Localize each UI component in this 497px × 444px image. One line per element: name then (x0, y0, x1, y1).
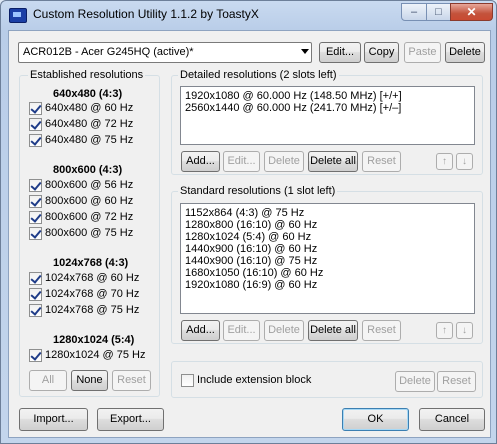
resolution-label: 640x480 @ 60 Hz (45, 102, 134, 114)
title-bar: Custom Resolution Utility 1.1.2 by Toast… (1, 1, 496, 29)
maximize-button[interactable]: □ (426, 3, 451, 21)
close-button[interactable]: ✕ (450, 3, 493, 21)
standard-edit-button[interactable]: Edit... (223, 320, 260, 341)
select-all-button[interactable]: All (29, 370, 67, 391)
select-none-button[interactable]: None (71, 370, 108, 391)
list-item[interactable]: 1680x1050 (16:10) @ 60 Hz (185, 267, 470, 279)
detailed-delete-button[interactable]: Delete (264, 151, 304, 172)
monitor-select[interactable]: ACR012B - Acer G245HQ (active)* (18, 42, 312, 63)
checkbox[interactable] (29, 272, 42, 285)
list-item[interactable]: 1920x1080 @ 60.000 Hz (148.50 MHz) [+/+] (185, 90, 470, 102)
group-heading: 1280x1024 (5:4) (53, 334, 135, 346)
list-item[interactable]: 1440x900 (16:10) @ 75 Hz (185, 255, 470, 267)
monitor-icon (9, 8, 27, 23)
minimize-button[interactable]: – (401, 3, 427, 21)
standard-add-button[interactable]: Add... (181, 320, 220, 341)
resolution-label: 1280x1024 @ 75 Hz (45, 349, 146, 361)
include-extension-label: Include extension block (197, 374, 312, 386)
standard-resolutions-title: Standard resolutions (1 slot left) (178, 185, 338, 197)
main-window: Custom Resolution Utility 1.1.2 by Toast… (0, 0, 497, 444)
resolution-label: 800x600 @ 75 Hz (45, 227, 134, 239)
resolution-label: 800x600 @ 72 Hz (45, 211, 134, 223)
detailed-resolutions-list[interactable]: 1920x1080 @ 60.000 Hz (148.50 MHz) [+/+]… (180, 86, 475, 145)
resolution-label: 1024x768 @ 75 Hz (45, 304, 140, 316)
list-item[interactable]: 1280x1024 (5:4) @ 60 Hz (185, 231, 470, 243)
checkbox[interactable] (29, 227, 42, 240)
standard-delete-button[interactable]: Delete (264, 320, 304, 341)
extension-delete-button[interactable]: Delete (395, 371, 435, 392)
arrow-up-icon[interactable]: ↑ (436, 322, 453, 339)
checkbox[interactable] (29, 102, 42, 115)
checkbox[interactable] (29, 179, 42, 192)
detailed-delete-all-button[interactable]: Delete all (308, 151, 358, 172)
group-heading: 640x480 (4:3) (53, 88, 123, 100)
arrow-down-icon[interactable]: ↓ (456, 322, 473, 339)
resolution-label: 1024x768 @ 60 Hz (45, 272, 140, 284)
resolution-label: 640x480 @ 72 Hz (45, 118, 134, 130)
export-button[interactable]: Export... (97, 408, 164, 431)
import-button[interactable]: Import... (19, 408, 88, 431)
resolution-label: 800x600 @ 60 Hz (45, 195, 134, 207)
group-heading: 800x600 (4:3) (53, 164, 123, 176)
standard-resolutions-list[interactable]: 1152x864 (4:3) @ 75 Hz 1280x800 (16:10) … (180, 203, 475, 314)
checkbox[interactable] (29, 134, 42, 147)
checkbox[interactable] (29, 118, 42, 131)
monitor-select-value: ACR012B - Acer G245HQ (active)* (23, 46, 194, 58)
resolution-label: 800x600 @ 56 Hz (45, 179, 134, 191)
group-heading: 1024x768 (4:3) (53, 257, 129, 269)
checkbox[interactable] (29, 195, 42, 208)
established-reset-button[interactable]: Reset (112, 370, 151, 391)
paste-button[interactable]: Paste (404, 42, 441, 63)
arrow-up-icon[interactable]: ↑ (436, 153, 453, 170)
window-title: Custom Resolution Utility 1.1.2 by Toast… (33, 7, 259, 21)
arrow-down-icon[interactable]: ↓ (456, 153, 473, 170)
include-extension-checkbox[interactable] (181, 374, 194, 387)
checkbox[interactable] (29, 211, 42, 224)
resolution-label: 1024x768 @ 70 Hz (45, 288, 140, 300)
checkbox[interactable] (29, 288, 42, 301)
ok-button[interactable]: OK (342, 408, 409, 431)
extension-reset-button[interactable]: Reset (437, 371, 476, 392)
checkbox[interactable] (29, 304, 42, 317)
cancel-button[interactable]: Cancel (419, 408, 485, 431)
standard-delete-all-button[interactable]: Delete all (308, 320, 358, 341)
list-item[interactable]: 1920x1080 (16:9) @ 60 Hz (185, 279, 470, 291)
detailed-reset-button[interactable]: Reset (362, 151, 401, 172)
delete-monitor-button[interactable]: Delete (445, 42, 485, 63)
edit-monitor-button[interactable]: Edit... (319, 42, 361, 63)
copy-button[interactable]: Copy (364, 42, 399, 63)
resolution-label: 640x480 @ 75 Hz (45, 134, 134, 146)
dialog-client: ACR012B - Acer G245HQ (active)* Edit... … (8, 30, 491, 438)
detailed-resolutions-title: Detailed resolutions (2 slots left) (178, 69, 339, 81)
standard-reset-button[interactable]: Reset (362, 320, 401, 341)
list-item[interactable]: 2560x1440 @ 60.000 Hz (241.70 MHz) [+/–] (185, 102, 470, 114)
list-item[interactable]: 1440x900 (16:10) @ 60 Hz (185, 243, 470, 255)
list-item[interactable]: 1152x864 (4:3) @ 75 Hz (185, 207, 470, 219)
detailed-add-button[interactable]: Add... (181, 151, 220, 172)
chevron-down-icon[interactable] (301, 49, 309, 54)
established-resolutions-title: Established resolutions (28, 69, 146, 81)
list-item[interactable]: 1280x800 (16:10) @ 60 Hz (185, 219, 470, 231)
detailed-edit-button[interactable]: Edit... (223, 151, 260, 172)
checkbox[interactable] (29, 349, 42, 362)
